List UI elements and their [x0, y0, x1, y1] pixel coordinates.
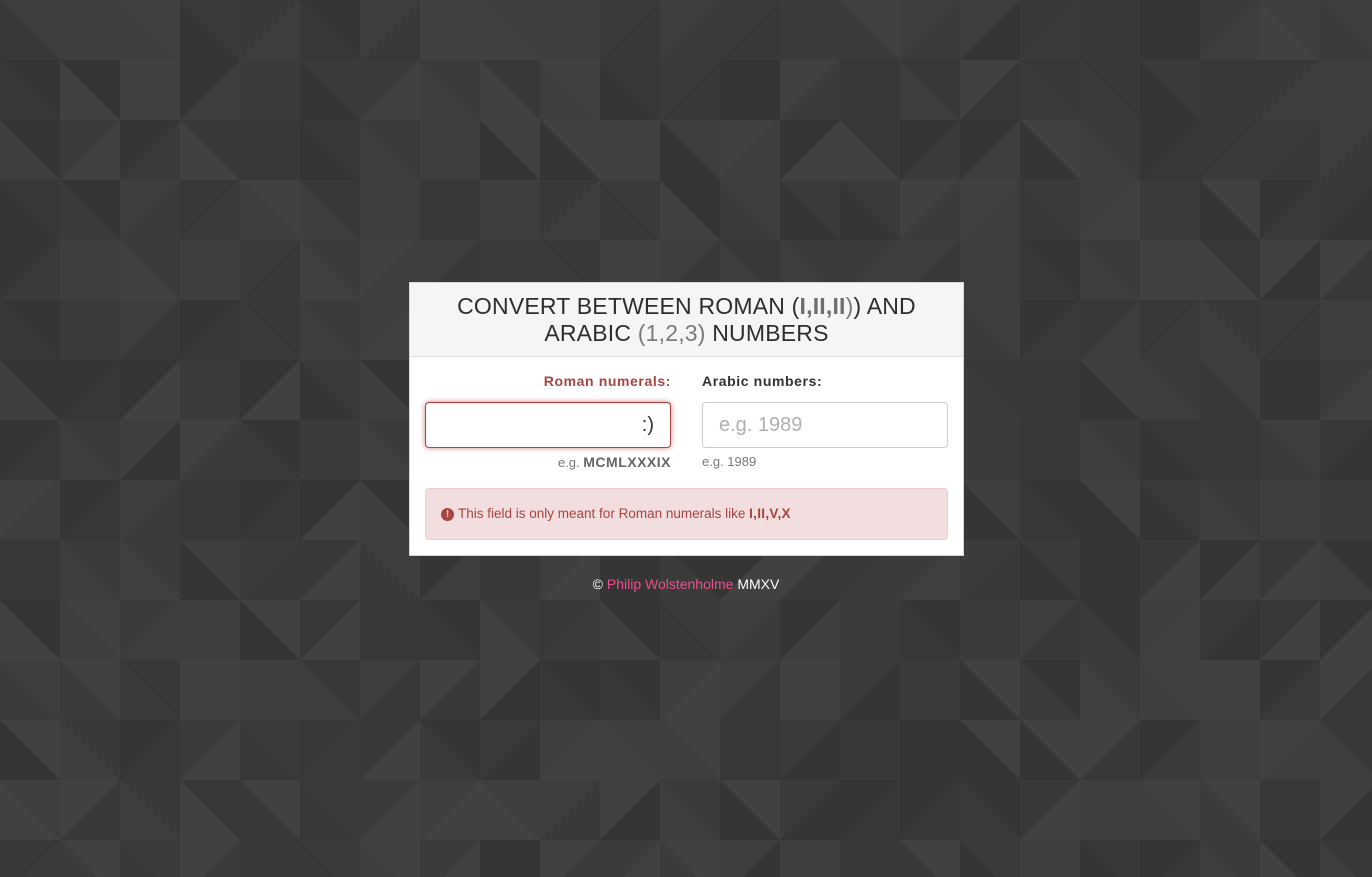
roman-label: Roman numerals: [543, 373, 671, 389]
converter-panel: CONVERT BETWEEN ROMAN (I,II,II)) AND ARAB… [409, 282, 964, 556]
footer: © Philip Wolstenholme MMXV [592, 576, 780, 592]
arabic-input[interactable] [702, 402, 948, 448]
panel-header: CONVERT BETWEEN ROMAN (I,II,II)) AND ARAB… [410, 283, 963, 357]
alert-text: This field is only meant for Roman numer… [458, 506, 750, 521]
alert-examples: I,II,V,X [749, 506, 791, 521]
arabic-hint: e.g. 1989 [702, 454, 757, 469]
error-alert: ! This field is only meant for Roman nume… [425, 488, 948, 540]
author-link[interactable]: Philip Wolstenholme [607, 576, 734, 592]
page-title: CONVERT BETWEEN ROMAN (I,II,II)) AND ARAB… [457, 293, 916, 346]
exclamation-circle-icon: ! [441, 508, 454, 521]
roman-input[interactable] [425, 402, 671, 448]
footer-year: MMXV [733, 576, 780, 592]
arabic-label: Arabic numbers: [702, 373, 823, 389]
roman-hint: e.g. MCMLXXXIX [557, 454, 671, 470]
